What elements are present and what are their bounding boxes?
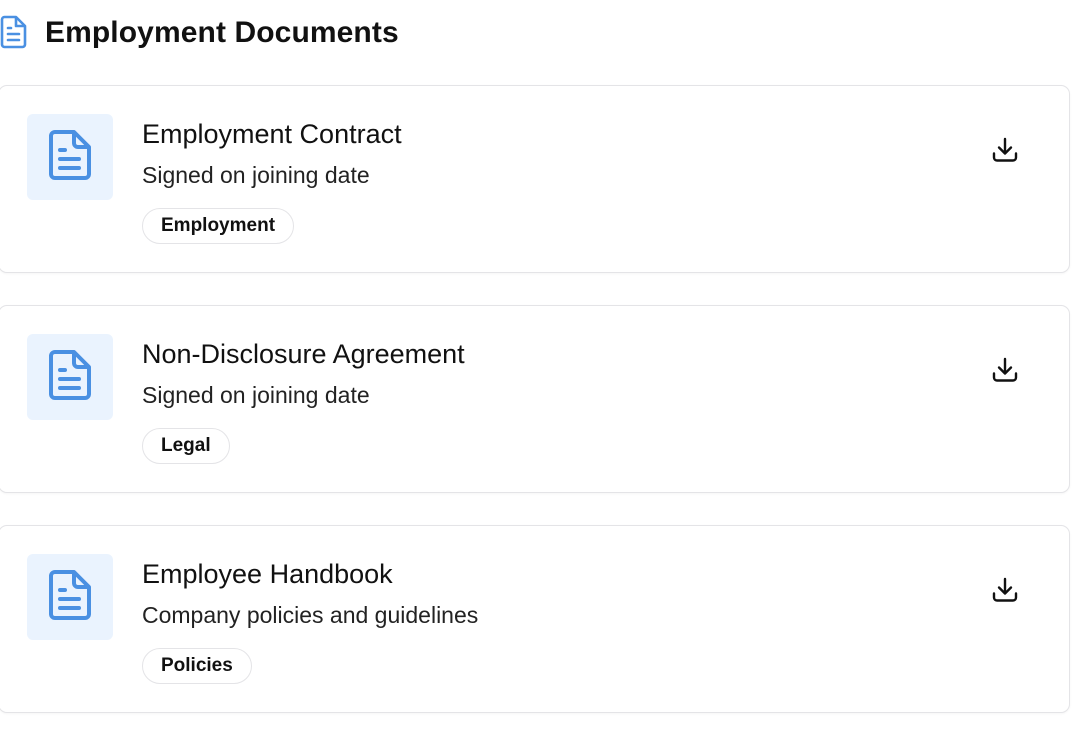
document-title: Employment Contract — [142, 119, 402, 149]
download-icon — [991, 576, 1019, 609]
download-icon — [991, 356, 1019, 389]
document-card: Non-Disclosure Agreement Signed on joini… — [0, 305, 1070, 493]
download-button[interactable] — [985, 132, 1025, 172]
section-header: Employment Documents — [0, 12, 399, 52]
employment-documents-page: Employment Documents Employment Contract… — [0, 0, 1073, 746]
download-button[interactable] — [985, 572, 1025, 612]
document-title: Non-Disclosure Agreement — [142, 339, 465, 369]
download-button[interactable] — [985, 352, 1025, 392]
page-title: Employment Documents — [45, 16, 399, 49]
document-subtitle: Company policies and guidelines — [142, 602, 479, 628]
document-subtitle: Signed on joining date — [142, 382, 370, 408]
file-text-icon — [0, 14, 28, 50]
document-card: Employment Contract Signed on joining da… — [0, 85, 1070, 273]
category-tag: Policies — [142, 648, 252, 684]
document-icon-tile — [27, 554, 113, 640]
category-tag: Employment — [142, 208, 295, 244]
document-card: Employee Handbook Company policies and g… — [0, 525, 1070, 713]
document-icon-tile — [27, 334, 113, 420]
file-text-icon — [47, 349, 93, 406]
document-icon-tile — [27, 114, 113, 200]
download-icon — [991, 136, 1019, 169]
document-subtitle: Signed on joining date — [142, 162, 370, 188]
category-tag: Legal — [142, 428, 230, 464]
file-text-icon — [47, 569, 93, 626]
document-title: Employee Handbook — [142, 559, 393, 589]
file-text-icon — [47, 129, 93, 186]
